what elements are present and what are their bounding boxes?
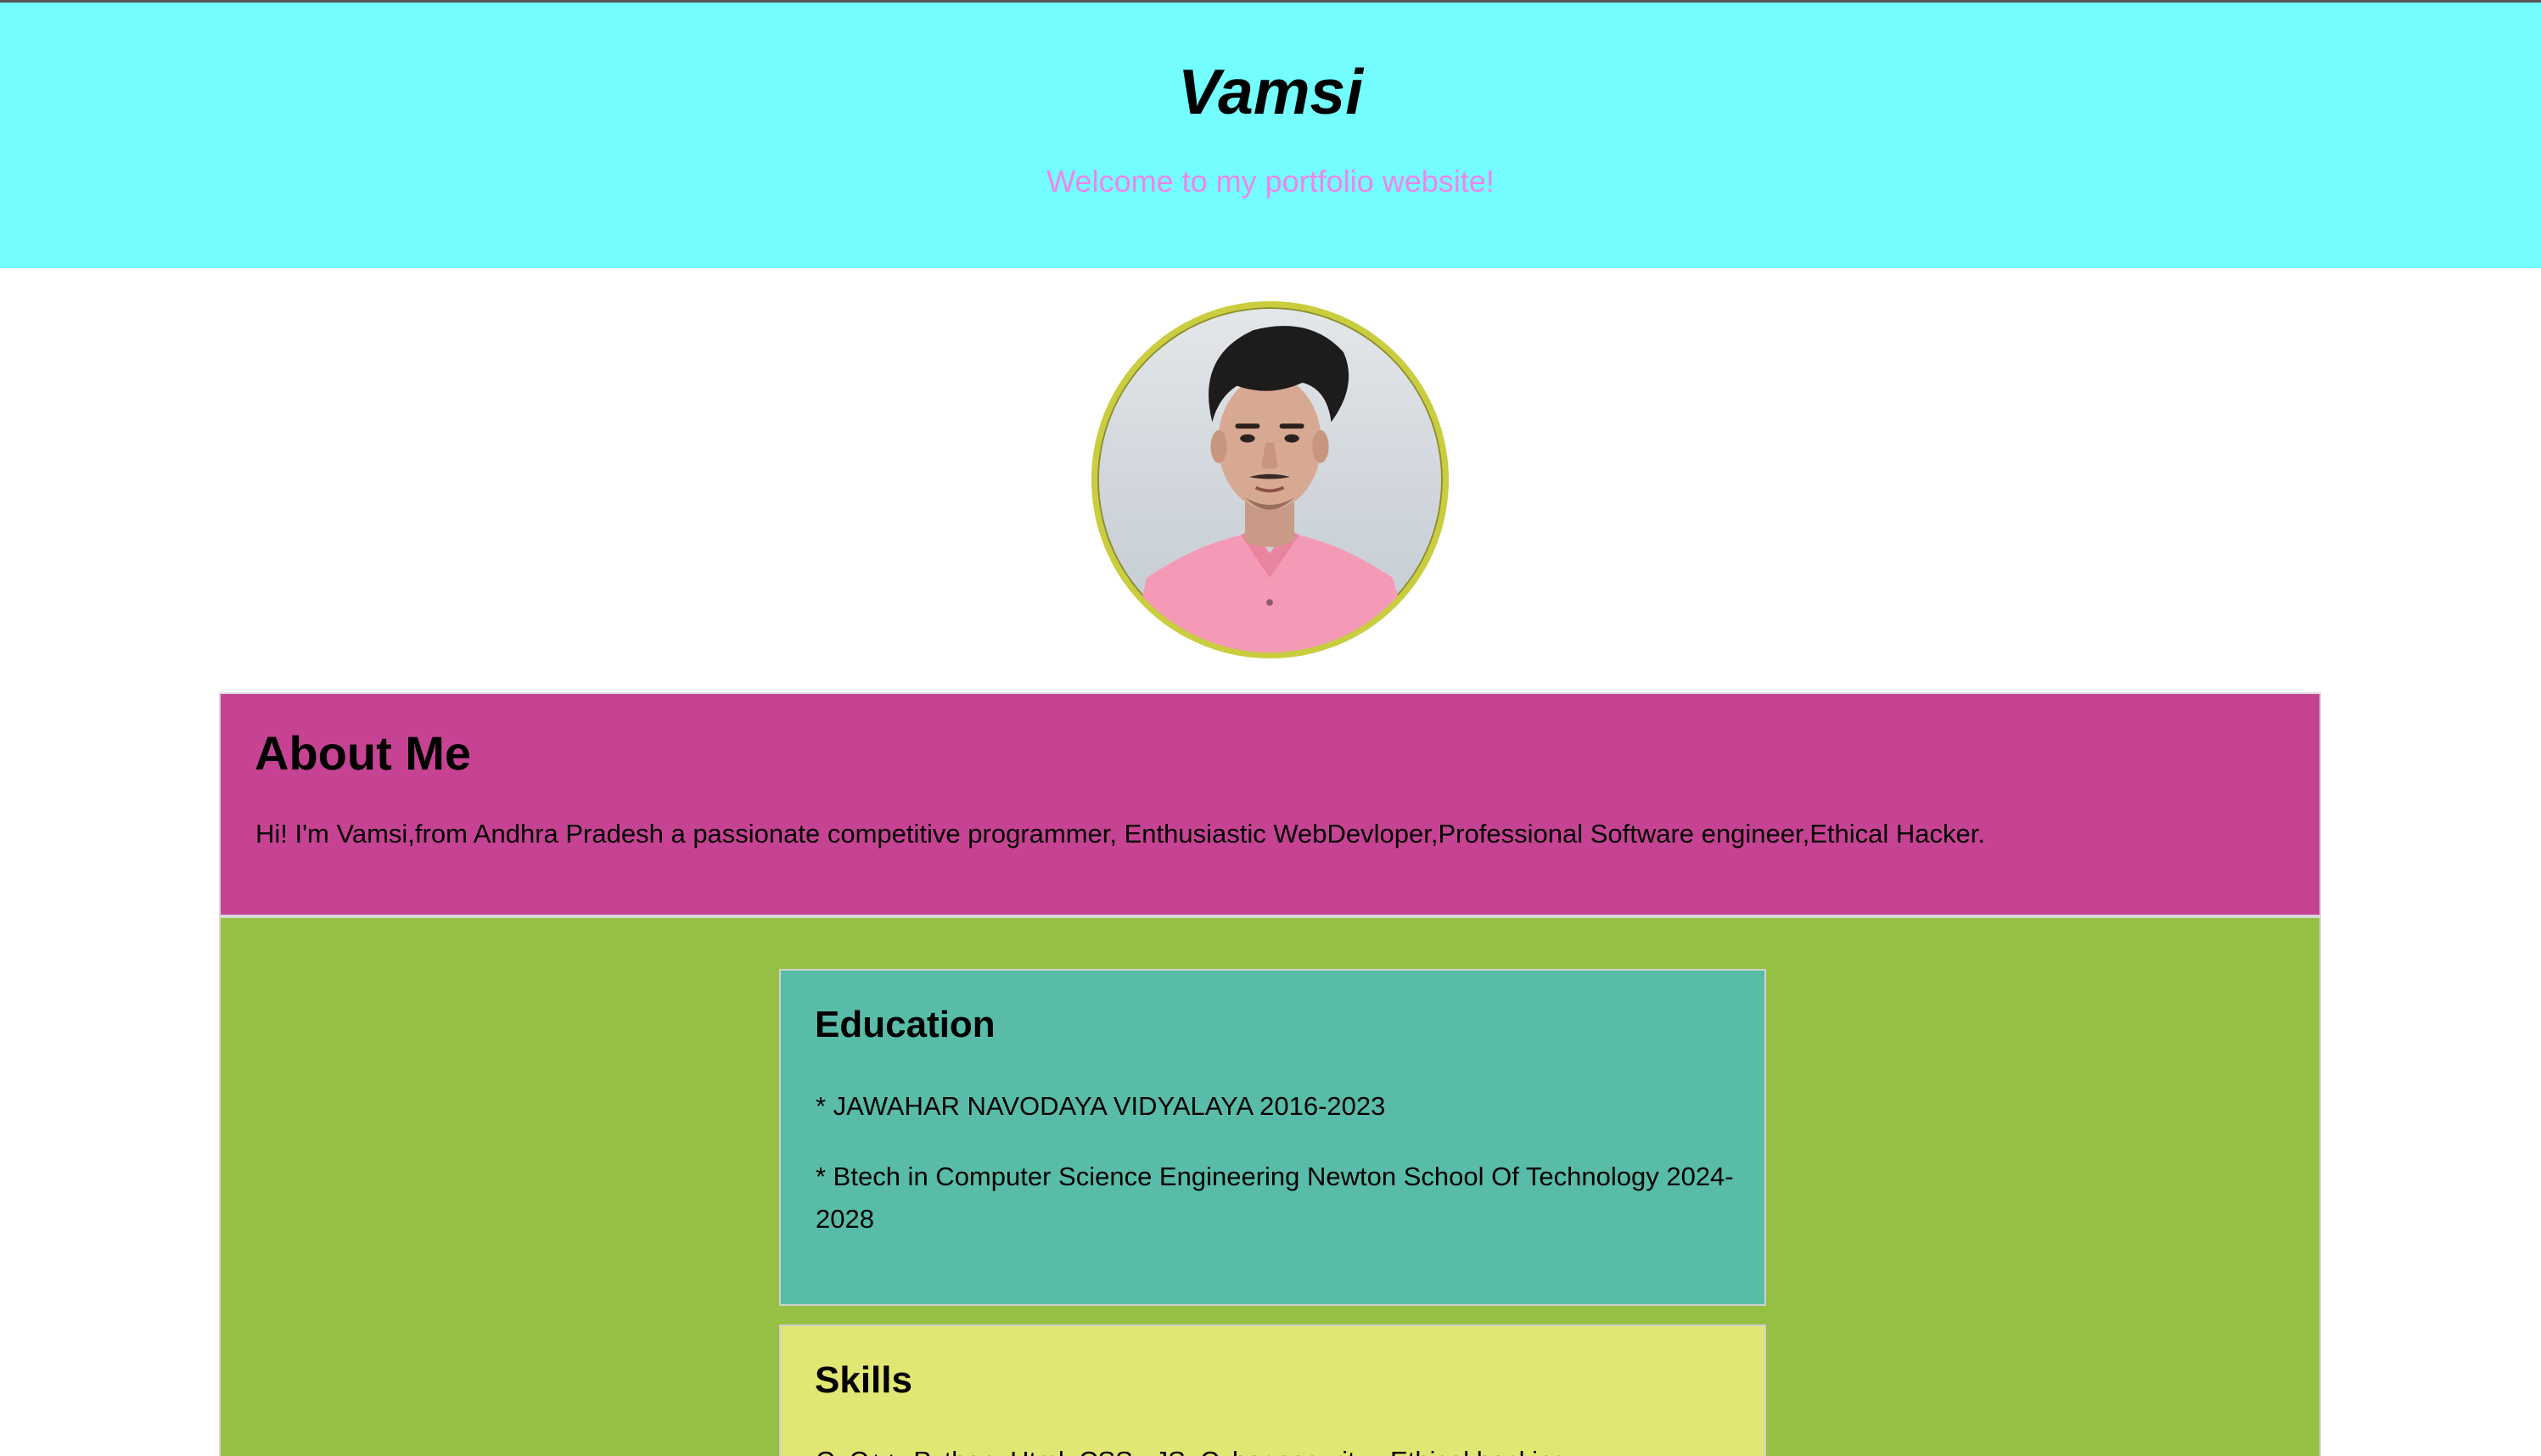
about-section: About Me Hi! I'm Vamsi,from Andhra Prade…	[219, 692, 2321, 916]
skills-card: Skills C, C++, Python, Html, CSS , JS, C…	[779, 1324, 1766, 1456]
portfolio-page: Vamsi Welcome to my portfolio website! A…	[0, 0, 2541, 1456]
education-item: * JAWAHAR NAVODAYA VIDYALAYA 2016-2023	[816, 1091, 1386, 1121]
skills-heading: Skills	[815, 1359, 912, 1401]
profile-photo-icon	[1130, 326, 1414, 652]
details-section: Education * JAWAHAR NAVODAYA VIDYALAYA 2…	[219, 916, 2321, 1456]
education-card: Education * JAWAHAR NAVODAYA VIDYALAYA 2…	[779, 969, 1766, 1306]
education-heading: Education	[815, 1004, 996, 1045]
site-title: Vamsi	[1177, 56, 1364, 127]
site-tagline: Welcome to my portfolio website!	[1046, 164, 1495, 199]
about-heading: About Me	[255, 726, 472, 780]
about-text: Hi! I'm Vamsi,from Andhra Pradesh a pass…	[255, 819, 1985, 848]
education-item: * Btech in Computer Science Engineering …	[816, 1162, 1734, 1234]
site-header: Vamsi Welcome to my portfolio website!	[0, 0, 2541, 268]
skills-text: C, C++, Python, Html, CSS , JS, Cyber se…	[816, 1440, 1568, 1456]
profile-avatar	[1091, 301, 1449, 658]
